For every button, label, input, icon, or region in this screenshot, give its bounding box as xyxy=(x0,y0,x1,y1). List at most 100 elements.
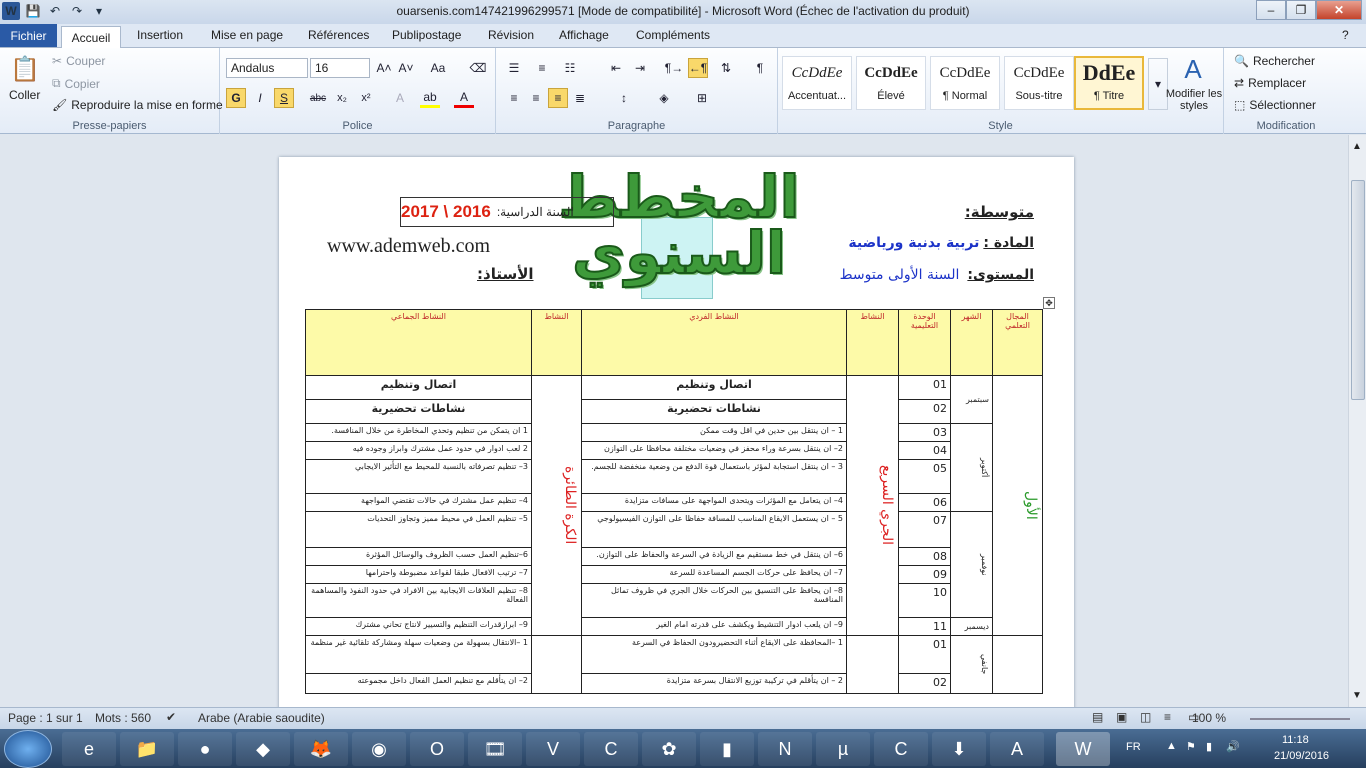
tab-fichier[interactable]: Fichier xyxy=(0,24,57,47)
change-case-icon[interactable]: Aa xyxy=(428,58,448,78)
media-icon[interactable]: ● xyxy=(178,732,232,766)
help-icon[interactable]: ? xyxy=(1342,28,1349,42)
word-count[interactable]: Mots : 560 xyxy=(95,711,151,725)
select-button[interactable]: ⬚ Sélectionner xyxy=(1234,98,1316,112)
volume-icon[interactable]: 🔊 xyxy=(1226,740,1240,753)
acrobat-icon[interactable]: A xyxy=(990,732,1044,766)
tab-revision[interactable]: Révision xyxy=(488,28,534,42)
paste-icon[interactable]: 📋 xyxy=(10,54,40,84)
numbering-icon[interactable]: ≡ xyxy=(532,58,552,78)
bullets-icon[interactable]: ☰ xyxy=(504,58,524,78)
outline-icon[interactable]: ≡ xyxy=(1164,710,1171,724)
winrar-icon[interactable]: ▮ xyxy=(700,732,754,766)
change-styles-button[interactable]: Modifier les styles xyxy=(1164,88,1224,112)
picasa-icon[interactable]: ✿ xyxy=(642,732,696,766)
tray-arrow-icon[interactable]: ▲ xyxy=(1166,740,1177,752)
tab-accueil[interactable]: Accueil xyxy=(61,26,121,49)
bold-icon[interactable]: G xyxy=(226,88,246,108)
network-icon[interactable]: ▮ xyxy=(1206,740,1212,753)
minimize-button[interactable]: – xyxy=(1256,0,1286,20)
rtl-icon[interactable]: ←¶ xyxy=(688,58,708,78)
align-left-icon[interactable]: ≡ xyxy=(504,88,524,108)
zoom-level[interactable]: 100 % xyxy=(1192,711,1226,725)
italic-icon[interactable]: I xyxy=(250,88,270,108)
underline-icon[interactable]: S xyxy=(274,88,294,108)
strikethrough-icon[interactable]: abc xyxy=(308,88,328,108)
style-sous-titre[interactable]: CcDdEe Sous-titre xyxy=(1004,56,1074,110)
proofing-icon[interactable]: ✔ xyxy=(166,710,176,724)
cut-button[interactable]: ✂ Couper xyxy=(52,54,105,68)
paste-button[interactable]: Coller xyxy=(9,88,40,102)
word-taskbar-icon[interactable]: W xyxy=(1056,732,1110,766)
format-painter-button[interactable]: 🖌 Reproduire la mise en forme xyxy=(52,98,223,112)
font-color-icon[interactable]: A xyxy=(454,88,474,108)
utorrent-icon[interactable]: µ xyxy=(816,732,870,766)
zoom-slider[interactable] xyxy=(1250,718,1350,720)
web-layout-icon[interactable]: ◫ xyxy=(1140,710,1151,724)
clear-format-icon[interactable]: ⌫ xyxy=(468,58,488,78)
shading-icon[interactable]: ◈ xyxy=(654,88,674,108)
opera-icon[interactable]: O xyxy=(410,732,464,766)
download-manager-icon[interactable]: ⬇ xyxy=(932,732,986,766)
ltr-icon[interactable]: ¶→ xyxy=(664,58,684,78)
borders-icon[interactable]: ⊞ xyxy=(692,88,712,108)
justify-icon[interactable]: ≣ xyxy=(570,88,590,108)
style-titre[interactable]: DdEe ¶ Titre xyxy=(1074,56,1144,110)
tab-insertion[interactable]: Insertion xyxy=(137,28,183,42)
align-right-icon[interactable]: ≡ xyxy=(548,88,568,108)
style-accentuation[interactable]: CcDdEe Accentuat... xyxy=(782,56,852,110)
full-screen-icon[interactable]: ▣ xyxy=(1116,710,1127,724)
clock-time[interactable]: 11:18 xyxy=(1282,734,1309,746)
text-effects-icon[interactable]: A xyxy=(390,88,410,108)
table-move-handle-icon[interactable]: ✥ xyxy=(1043,297,1055,309)
style-normal[interactable]: CcDdEe ¶ Normal xyxy=(930,56,1000,110)
language-indicator[interactable]: FR xyxy=(1126,741,1141,753)
subscript-icon[interactable]: x₂ xyxy=(332,88,352,108)
language-status[interactable]: Arabe (Arabie saoudite) xyxy=(198,711,325,725)
camtasia-icon[interactable]: C xyxy=(584,732,638,766)
scroll-up-icon[interactable]: ▲ xyxy=(1352,141,1362,152)
shrink-font-icon[interactable]: A˅ xyxy=(396,58,416,78)
tab-complements[interactable]: Compléments xyxy=(636,28,710,42)
start-button[interactable] xyxy=(4,730,52,768)
scroll-thumb[interactable] xyxy=(1351,180,1365,400)
firefox-icon[interactable]: 🦊 xyxy=(294,732,348,766)
font-size-select[interactable]: 16 xyxy=(310,58,370,78)
ie-icon[interactable]: e xyxy=(62,732,116,766)
line-spacing-icon[interactable]: ↕ xyxy=(614,88,634,108)
tab-publipostage[interactable]: Publipostage xyxy=(392,28,461,42)
vegas-icon[interactable]: V xyxy=(526,732,580,766)
copy-button[interactable]: ⧉ Copier xyxy=(52,76,100,91)
maximize-button[interactable]: ❐ xyxy=(1286,0,1316,20)
style-eleve[interactable]: CcDdEe Élevé xyxy=(856,56,926,110)
onenote-icon[interactable]: N xyxy=(758,732,812,766)
clock-date[interactable]: 21/09/2016 xyxy=(1274,750,1329,762)
sort-icon[interactable]: ⇅ xyxy=(716,58,736,78)
tab-mise-en-page[interactable]: Mise en page xyxy=(211,28,283,42)
scroll-down-icon[interactable]: ▼ xyxy=(1352,690,1362,701)
superscript-icon[interactable]: x² xyxy=(356,88,376,108)
replace-button[interactable]: ⇄ Remplacer xyxy=(1234,76,1306,90)
tab-affichage[interactable]: Affichage xyxy=(559,28,609,42)
increase-indent-icon[interactable]: ⇥ xyxy=(630,58,650,78)
multilevel-list-icon[interactable]: ☷ xyxy=(560,58,580,78)
change-styles-icon[interactable]: A xyxy=(1178,54,1208,84)
video-icon[interactable]: 🎞 xyxy=(468,732,522,766)
vertical-scrollbar[interactable]: ▲ ▼ xyxy=(1348,135,1366,707)
close-button[interactable]: ✕ xyxy=(1316,0,1362,20)
decrease-indent-icon[interactable]: ⇤ xyxy=(606,58,626,78)
document-page[interactable]: المخطط السنوي السنة الدراسية: 2017 \ 201… xyxy=(279,157,1074,707)
highlight-icon[interactable]: ab xyxy=(420,88,440,108)
app-icon[interactable]: ◆ xyxy=(236,732,290,766)
page-count[interactable]: Page : 1 sur 1 xyxy=(8,711,83,725)
show-marks-icon[interactable]: ¶ xyxy=(750,58,770,78)
flag-icon[interactable]: ⚑ xyxy=(1186,740,1196,753)
explorer-icon[interactable]: 📁 xyxy=(120,732,174,766)
font-name-select[interactable]: Andalus xyxy=(226,58,308,78)
tab-references[interactable]: Références xyxy=(308,28,369,42)
chrome-icon[interactable]: ◉ xyxy=(352,732,406,766)
grow-font-icon[interactable]: A˄ xyxy=(374,58,394,78)
print-layout-icon[interactable]: ▤ xyxy=(1092,710,1103,724)
ccleaner-icon[interactable]: C xyxy=(874,732,928,766)
align-center-icon[interactable]: ≡ xyxy=(526,88,546,108)
